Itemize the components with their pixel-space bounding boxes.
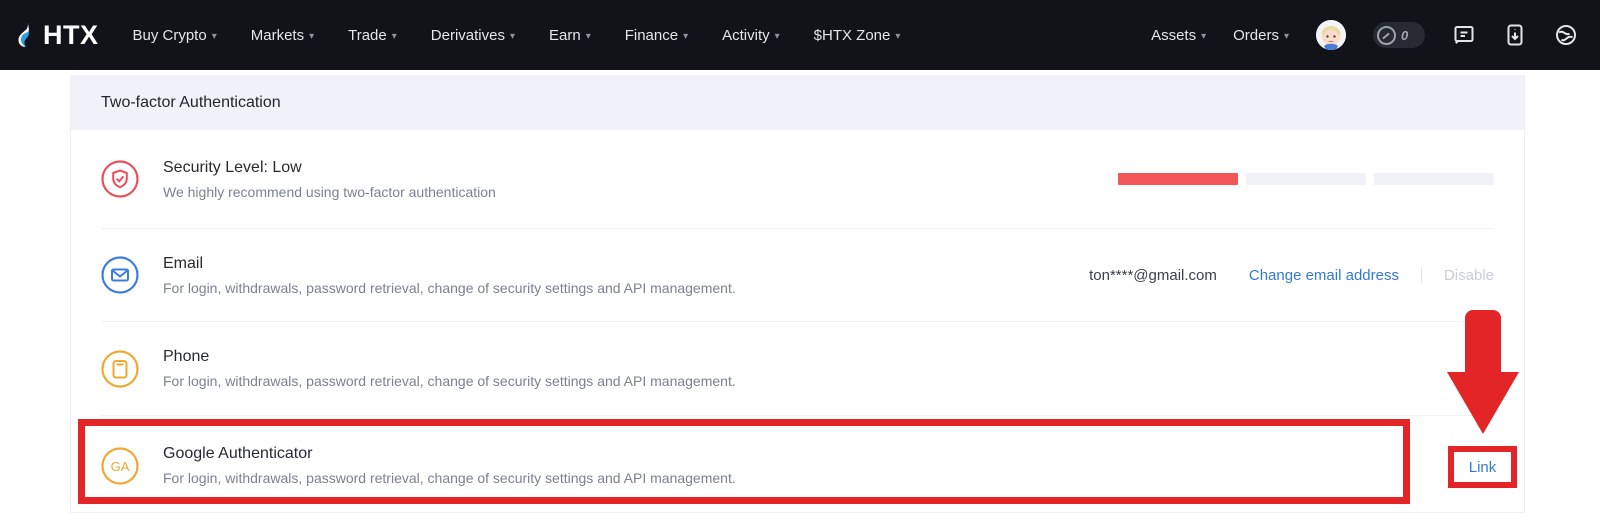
main-nav-menu: Buy Crypto▾ Markets▾ Trade▾ Derivatives▾… — [133, 27, 901, 44]
email-icon — [101, 256, 139, 294]
security-progress-segment — [1246, 173, 1366, 185]
security-settings-page: HTX Buy Crypto▾ Markets▾ Trade▾ Derivati… — [0, 0, 1600, 513]
chevron-down-icon: ▾ — [212, 31, 217, 42]
phone-row: Phone For login, withdrawals, password r… — [71, 322, 1524, 415]
chevron-down-icon: ▾ — [895, 31, 900, 42]
nav-item-earn[interactable]: Earn▾ — [549, 27, 591, 44]
nav-item-markets[interactable]: Markets▾ — [251, 27, 314, 44]
chevron-down-icon: ▾ — [309, 31, 314, 42]
nav-item-activity[interactable]: Activity▾ — [722, 27, 780, 44]
link-google-authenticator-button[interactable]: Link — [1469, 459, 1497, 476]
user-avatar[interactable] — [1316, 20, 1346, 50]
panel-header: Two-factor Authentication — [71, 75, 1524, 130]
security-progress-segment — [1118, 173, 1238, 185]
email-actions: ton****@gmail.com Change email address D… — [1089, 267, 1494, 284]
phone-title: Phone — [163, 348, 736, 366]
chevron-down-icon: ▾ — [586, 31, 591, 42]
google-authenticator-title: Google Authenticator — [163, 445, 736, 463]
red-arrow-icon — [1465, 310, 1501, 374]
security-level-title: Security Level: Low — [163, 159, 496, 177]
top-navbar: HTX Buy Crypto▾ Markets▾ Trade▾ Derivati… — [0, 0, 1600, 70]
nav-item-finance[interactable]: Finance▾ — [625, 27, 688, 44]
points-badge[interactable]: 0 — [1373, 22, 1425, 48]
security-progress-segment — [1374, 173, 1494, 185]
chevron-down-icon: ▾ — [683, 31, 688, 42]
coin-icon — [1377, 26, 1396, 45]
nav-item-buy-crypto[interactable]: Buy Crypto▾ — [133, 27, 217, 44]
security-level-text: Security Level: Low We highly recommend … — [163, 159, 496, 200]
chevron-down-icon: ▾ — [775, 31, 780, 42]
phone-icon — [101, 350, 139, 388]
google-authenticator-icon: GA — [101, 447, 139, 485]
change-email-link[interactable]: Change email address — [1249, 267, 1399, 284]
chevron-down-icon: ▾ — [1284, 31, 1289, 42]
email-text: Email For login, withdrawals, password r… — [163, 255, 736, 296]
highlight-rectangle-link-button: Link — [1448, 446, 1517, 488]
points-count: 0 — [1401, 28, 1408, 43]
red-arrow-icon — [1447, 372, 1519, 434]
chevron-down-icon: ▾ — [510, 31, 515, 42]
nav-item-orders[interactable]: Orders▾ — [1233, 27, 1289, 44]
htx-logo[interactable]: HTX — [14, 20, 99, 51]
nav-item-derivatives[interactable]: Derivatives▾ — [431, 27, 515, 44]
vertical-divider — [1421, 267, 1422, 283]
nav-item-htx-zone[interactable]: $HTX Zone▾ — [814, 27, 901, 44]
google-authenticator-row: GA Google Authenticator For login, withd… — [71, 416, 1524, 513]
avatar-image — [1316, 20, 1346, 50]
chevron-down-icon: ▾ — [1201, 31, 1206, 42]
nav-item-assets[interactable]: Assets▾ — [1151, 27, 1206, 44]
app-download-icon[interactable] — [1503, 23, 1527, 47]
support-chat-icon[interactable] — [1452, 23, 1476, 47]
masked-email-value: ton****@gmail.com — [1089, 267, 1217, 284]
two-factor-auth-panel: Two-factor Authentication Security Level… — [70, 75, 1525, 513]
brand-name: HTX — [43, 20, 99, 51]
security-level-description: We highly recommend using two-factor aut… — [163, 184, 496, 200]
email-title: Email — [163, 255, 736, 273]
panel-title: Two-factor Authentication — [101, 94, 281, 112]
email-row: Email For login, withdrawals, password r… — [71, 229, 1524, 321]
google-authenticator-description: For login, withdrawals, password retriev… — [163, 470, 736, 486]
security-level-row: Security Level: Low We highly recommend … — [71, 130, 1524, 228]
htx-flame-icon — [14, 23, 38, 47]
security-progress — [1110, 173, 1494, 185]
security-shield-icon — [101, 160, 139, 198]
disable-email-button[interactable]: Disable — [1444, 267, 1494, 284]
svg-text:GA: GA — [111, 459, 130, 474]
phone-description: For login, withdrawals, password retriev… — [163, 373, 736, 389]
chevron-down-icon: ▾ — [392, 31, 397, 42]
google-authenticator-text: Google Authenticator For login, withdraw… — [163, 445, 736, 486]
phone-text: Phone For login, withdrawals, password r… — [163, 348, 736, 389]
nav-item-trade[interactable]: Trade▾ — [348, 27, 397, 44]
language-globe-icon[interactable] — [1554, 23, 1578, 47]
email-description: For login, withdrawals, password retriev… — [163, 280, 736, 296]
navbar-right-section: Assets▾ Orders▾ 0 — [1151, 20, 1578, 50]
